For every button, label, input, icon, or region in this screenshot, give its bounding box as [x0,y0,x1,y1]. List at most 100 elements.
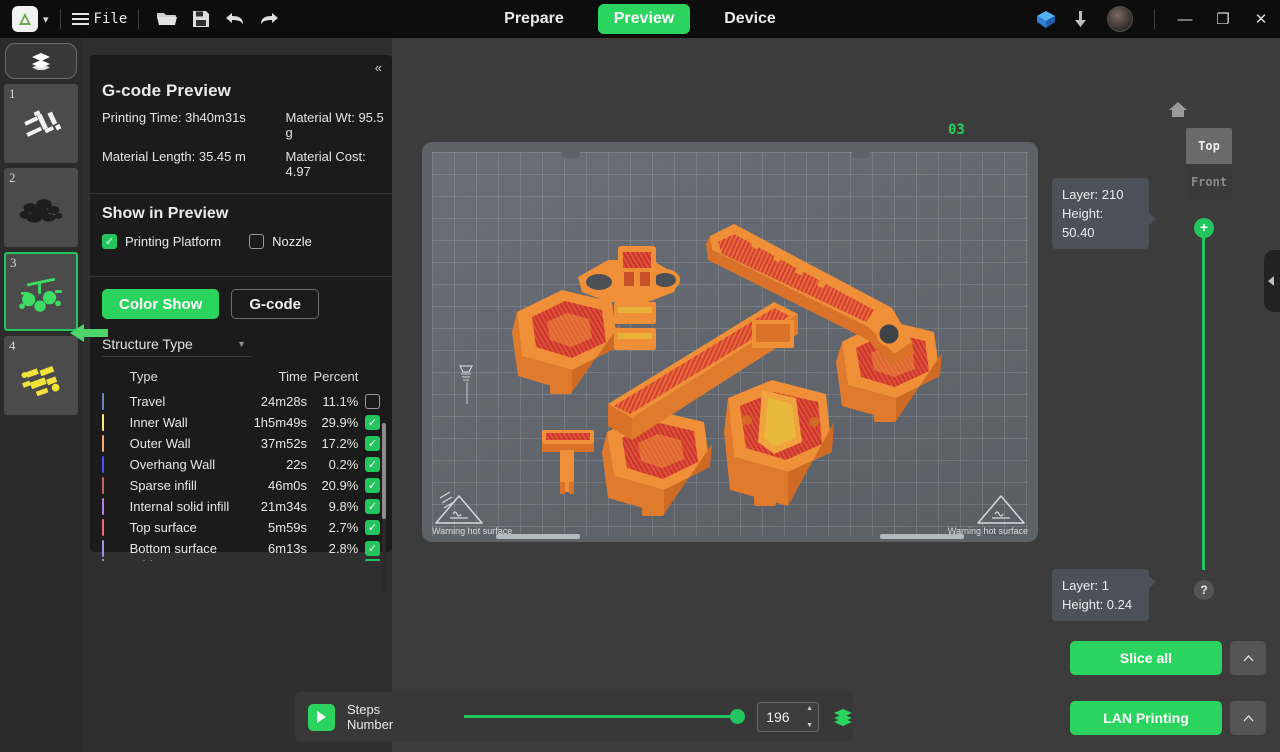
model-clamp [724,380,834,506]
color-swatch [102,476,104,494]
color-swatch [102,497,104,515]
color-show-button[interactable]: Color Show [102,289,220,319]
steps-number-input[interactable]: 196 ▲ ▼ [757,702,820,732]
row-checkbox[interactable]: ✓ [365,435,380,451]
table-row[interactable]: Internal solid infill 21m34s 9.8% ✓ [102,496,380,516]
lan-printing-caret-button[interactable] [1230,701,1266,735]
lan-printing-button[interactable]: LAN Printing [1070,701,1222,735]
floppy-save-icon[interactable] [184,4,218,34]
hamburger-icon [71,13,89,25]
view-top-button[interactable]: Top [1186,128,1232,164]
application-window: ▾ File Prepare Preview Device — ❐ ✕ 1 2 … [0,0,1280,752]
divider [1154,9,1155,29]
table-row[interactable]: Outer Wall 37m52s 17.2% ✓ [102,433,380,453]
row-checkbox[interactable]: ✓ [365,456,380,472]
slice-all-caret-button[interactable] [1230,641,1266,675]
user-avatar[interactable] [1107,6,1133,32]
plate-thumbnail-1[interactable]: 1 [4,84,78,163]
help-button[interactable]: ? [1194,580,1214,600]
row-checkbox[interactable]: ✓ [365,519,380,535]
plate-thumbnail-2[interactable]: 2 [4,168,78,247]
table-row[interactable]: Sparse infill 46m0s 20.9% ✓ [102,475,380,495]
row-percent: 11.1% [322,393,359,409]
table-row[interactable]: Bottom surface 6m13s 2.8% ✓ [102,538,380,558]
folder-open-icon[interactable] [150,4,184,34]
color-swatch [102,518,104,536]
row-checkbox[interactable] [365,393,380,409]
row-checkbox[interactable]: ✓ [365,477,380,493]
table-body: Travel 24m28s 11.1% Inner Wall 1h5m49s 2… [102,391,380,561]
chevron-down-icon[interactable]: ▾ [43,13,49,26]
row-checkbox[interactable]: ✓ [365,559,380,561]
home-icon[interactable] [1168,100,1188,118]
nozzle-label: Nozzle [272,234,312,249]
row-checkbox[interactable]: ✓ [365,498,380,514]
plate-thumbnail-preview [21,366,60,397]
redo-arrow-icon[interactable] [252,4,286,34]
divider [138,9,140,29]
chevron-up-icon [1243,714,1253,721]
printing-platform-checkbox[interactable]: ✓ [102,234,117,249]
layer-slider-track[interactable] [1202,229,1205,570]
table-row[interactable]: Overhang Wall 22s 0.2% ✓ [102,454,380,474]
color-swatch [102,413,104,431]
undo-arrow-icon[interactable] [218,4,252,34]
structure-type-label: Structure Type [102,335,193,352]
printed-models [512,224,942,516]
tab-device[interactable]: Device [708,4,792,34]
plate-thumbnail-preview [19,199,63,223]
download-arrow-icon[interactable] [1063,4,1097,34]
chevron-up-icon[interactable]: ▲ [806,705,813,712]
panel-title: G-code Preview [102,81,231,100]
row-checkbox[interactable]: ✓ [365,414,380,430]
minimize-button[interactable]: — [1166,0,1204,38]
view-mode-buttons: Color Show G-code [90,277,392,319]
layer-slider-top-handle[interactable]: + [1194,218,1214,238]
green-pointer-arrow-icon [70,324,108,342]
table-row[interactable]: Bridge 2m10s 1.0% ✓ [102,559,380,561]
lan-printing-action: LAN Printing [1070,701,1266,735]
row-checkbox[interactable]: ✓ [365,540,380,556]
panel-collapse-button[interactable]: « [375,60,382,75]
table-row[interactable]: Top surface 5m59s 2.7% ✓ [102,517,380,537]
steps-number-spinner[interactable]: ▲ ▼ [806,705,813,729]
maximize-button[interactable]: ❐ [1204,0,1242,38]
nozzle-checkbox[interactable] [249,234,265,249]
steps-slider-handle[interactable] [730,709,746,724]
view-front-button[interactable]: Front [1186,164,1232,200]
structure-type-dropdown[interactable]: Structure Type ▼ [70,324,252,357]
layer-tooltip-top: Layer: 210 Height: 50.40 [1052,178,1156,249]
app-logo-icon[interactable] [12,6,38,32]
collapse-left-icon[interactable] [1264,250,1280,312]
play-button[interactable] [308,703,335,731]
tab-prepare[interactable]: Prepare [488,4,580,34]
close-button[interactable]: ✕ [1242,0,1280,38]
cube-icon[interactable] [1029,4,1063,34]
layers-view-button[interactable] [5,43,77,79]
layer-slider[interactable]: + [1194,218,1214,570]
color-swatch [102,559,104,561]
file-menu-button[interactable]: File [71,11,127,27]
steps-slider-track[interactable] [463,715,744,718]
chevron-down-icon: ▼ [237,338,246,349]
plate-thumbnail-3[interactable]: 3 [4,252,78,331]
gcode-button[interactable]: G-code [231,289,320,319]
row-time: 37m52s [260,435,308,451]
color-swatch [102,434,104,452]
table-row[interactable]: Inner Wall 1h5m49s 29.9% ✓ [102,412,380,432]
chevron-down-icon[interactable]: ▼ [806,722,813,729]
column-header-time: Time [278,369,308,384]
layer-tooltip-top-height: Height: 50.40 [1062,206,1104,240]
table-scrollbar[interactable] [382,423,386,591]
slice-all-button[interactable]: Slice all [1070,641,1222,675]
plate-thumbnail-4[interactable]: 4 [4,336,78,415]
layers-stack-icon[interactable] [833,708,853,726]
plate-thumbnail-preview [19,277,62,312]
model-hex-1 [512,290,620,394]
table-row[interactable]: Travel 24m28s 11.1% [102,391,380,411]
steps-number-slider[interactable] [463,709,746,725]
tab-preview[interactable]: Preview [597,4,691,34]
table-scrollbar-thumb[interactable] [382,423,386,519]
row-time: 46m0s [268,477,308,493]
row-type: Bridge [130,559,240,561]
